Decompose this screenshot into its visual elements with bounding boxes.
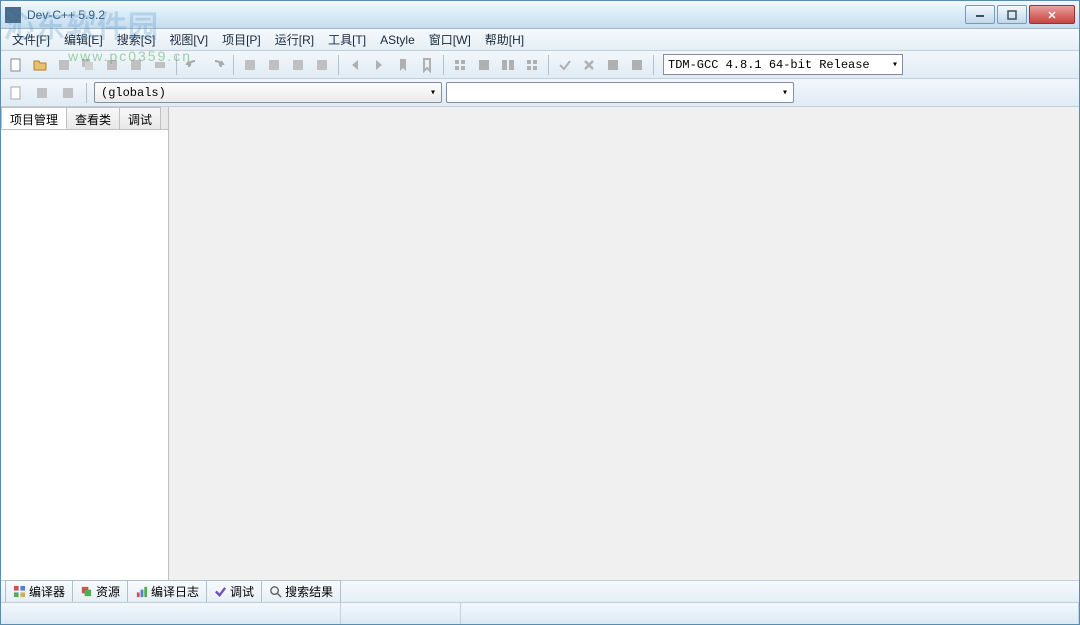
tab-debug[interactable]: 调试 (119, 107, 161, 129)
run-button[interactable] (473, 54, 495, 76)
minimize-button[interactable] (965, 5, 995, 24)
menu-run[interactable]: 运行[R] (268, 29, 321, 50)
status-bar (1, 602, 1079, 624)
save-button[interactable] (53, 54, 75, 76)
status-cell (461, 603, 1079, 624)
toolbar-main: TDM-GCC 4.8.1 64-bit Release (1, 51, 1079, 79)
scope-dropdown-value: (globals) (101, 86, 166, 100)
main-area: 项目管理 查看类 调试 (1, 107, 1079, 580)
compile-button[interactable] (449, 54, 471, 76)
menu-astyle[interactable]: AStyle (373, 31, 422, 49)
separator (338, 55, 339, 75)
title-bar[interactable]: Dev-C++ 5.9.2 (1, 1, 1079, 29)
bottom-tab-label: 编译器 (29, 583, 65, 600)
bottom-tab-compiler[interactable]: 编译器 (5, 580, 73, 603)
tab-project[interactable]: 项目管理 (1, 107, 67, 129)
bottom-tab-label: 资源 (96, 583, 120, 600)
separator (443, 55, 444, 75)
bottom-tab-search-results[interactable]: 搜索结果 (261, 580, 341, 603)
maximize-button[interactable] (997, 5, 1027, 24)
undo-button[interactable] (182, 54, 204, 76)
print-button[interactable] (149, 54, 171, 76)
window-title: Dev-C++ 5.9.2 (27, 8, 965, 22)
bottom-tab-compile-log[interactable]: 编译日志 (127, 580, 207, 603)
bottom-tab-debug[interactable]: 调试 (206, 580, 262, 603)
replace-button[interactable] (263, 54, 285, 76)
search-icon (269, 585, 282, 598)
toolbar-navigation: (globals) (1, 79, 1079, 107)
tab-classes[interactable]: 查看类 (66, 107, 120, 129)
stop-exec-button[interactable] (578, 54, 600, 76)
close-button[interactable] (1029, 5, 1075, 24)
prev-bookmark-button[interactable] (344, 54, 366, 76)
status-cell (1, 603, 341, 624)
separator (86, 83, 87, 103)
bottom-tabs: 编译器 资源 编译日志 调试 搜索结果 (1, 580, 1079, 602)
separator (653, 55, 654, 75)
save-all-button[interactable] (77, 54, 99, 76)
find-button[interactable] (239, 54, 261, 76)
menu-view[interactable]: 视图[V] (162, 29, 215, 50)
save-as-button[interactable] (101, 54, 123, 76)
menu-project[interactable]: 项目[P] (215, 29, 268, 50)
stack-icon (80, 585, 93, 598)
app-icon (5, 7, 21, 23)
side-panel: 项目管理 查看类 调试 (1, 107, 169, 580)
menu-help[interactable]: 帮助[H] (478, 29, 531, 50)
app-window: Dev-C++ 5.9.2 文件[F] 编辑[E] 搜索[S] 视图[V] 项目… (0, 0, 1080, 625)
insert-button[interactable] (31, 82, 53, 104)
compiler-selector-value: TDM-GCC 4.8.1 64-bit Release (668, 58, 870, 72)
open-button[interactable] (29, 54, 51, 76)
menu-file[interactable]: 文件[F] (5, 29, 57, 50)
chart-icon (135, 585, 148, 598)
toggle-bookmark-button[interactable] (392, 54, 414, 76)
debug-button[interactable] (554, 54, 576, 76)
new-class-button[interactable] (5, 82, 27, 104)
profile-button[interactable] (602, 54, 624, 76)
goto-button[interactable] (311, 54, 333, 76)
new-file-button[interactable] (5, 54, 27, 76)
menu-edit[interactable]: 编辑[E] (57, 29, 110, 50)
check-icon (214, 585, 227, 598)
member-dropdown[interactable] (446, 82, 794, 103)
menu-tools[interactable]: 工具[T] (321, 29, 373, 50)
compile-run-button[interactable] (497, 54, 519, 76)
compiler-selector[interactable]: TDM-GCC 4.8.1 64-bit Release (663, 54, 903, 75)
close-file-button[interactable] (125, 54, 147, 76)
menu-window[interactable]: 窗口[W] (422, 29, 478, 50)
goto-bookmark-button[interactable] (416, 54, 438, 76)
next-bookmark-button[interactable] (368, 54, 390, 76)
project-tree[interactable] (1, 129, 168, 580)
side-tabs: 项目管理 查看类 调试 (1, 107, 168, 129)
redo-button[interactable] (206, 54, 228, 76)
menu-search[interactable]: 搜索[S] (110, 29, 163, 50)
bottom-tab-label: 编译日志 (151, 583, 199, 600)
find-next-button[interactable] (287, 54, 309, 76)
separator (233, 55, 234, 75)
separator (548, 55, 549, 75)
menu-bar: 文件[F] 编辑[E] 搜索[S] 视图[V] 项目[P] 运行[R] 工具[T… (1, 29, 1079, 51)
separator (176, 55, 177, 75)
delete-profile-button[interactable] (626, 54, 648, 76)
bottom-tab-label: 搜索结果 (285, 583, 333, 600)
status-cell (341, 603, 461, 624)
bottom-tab-resources[interactable]: 资源 (72, 580, 128, 603)
grid-icon (13, 585, 26, 598)
scope-dropdown[interactable]: (globals) (94, 82, 442, 103)
bookmark-button[interactable] (57, 82, 79, 104)
rebuild-button[interactable] (521, 54, 543, 76)
bottom-tab-label: 调试 (230, 583, 254, 600)
editor-area[interactable] (169, 107, 1079, 580)
window-controls (965, 5, 1075, 24)
